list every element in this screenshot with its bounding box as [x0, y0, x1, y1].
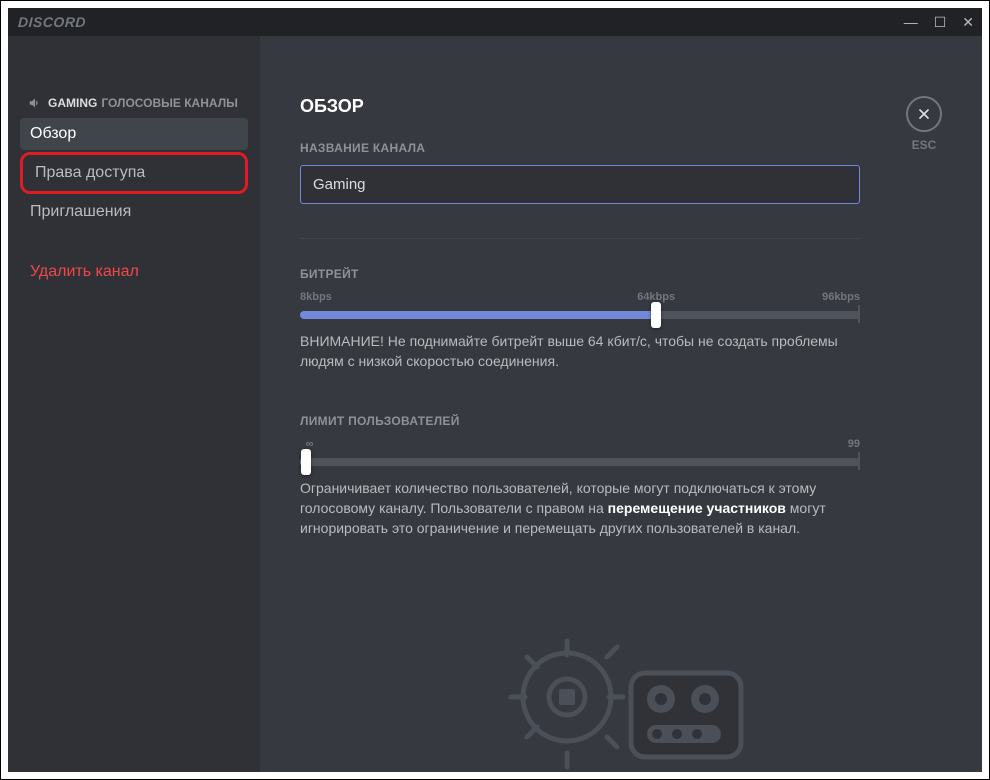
bitrate-section: БИТРЕЙТ 8kbps 64kbps 96kbps	[300, 267, 860, 372]
settings-content: ESC ОБЗОР НАЗВАНИЕ КАНАЛА БИТРЕЙТ 8kbps	[260, 36, 982, 772]
sidebar-item-label: Права доступа	[35, 164, 145, 181]
bitrate-thumb[interactable]	[651, 302, 661, 328]
titlebar: DISCORD — ☐ ✕	[8, 8, 982, 36]
window-controls: — ☐ ✕	[904, 14, 974, 31]
close-window-button[interactable]: ✕	[962, 14, 974, 31]
sidebar-item-delete-channel[interactable]: Удалить канал	[20, 256, 248, 288]
sidebar-item-overview[interactable]: Обзор	[20, 118, 248, 150]
channel-type-label: ГОЛОСОВЫЕ КАНАЛЫ	[101, 96, 238, 110]
bitrate-slider[interactable]: 8kbps 64kbps 96kbps	[300, 291, 860, 319]
userlimit-hint: Ограничивает количество пользователей, к…	[300, 478, 860, 539]
userlimit-label: ЛИМИТ ПОЛЬЗОВАТЕЛЕЙ	[300, 414, 860, 428]
esc-label: ESC	[906, 138, 942, 152]
userlimit-tick-max: 99	[848, 438, 860, 450]
userlimit-section: ЛИМИТ ПОЛЬЗОВАТЕЛЕЙ ∞ 99	[300, 414, 860, 539]
page-title: ОБЗОР	[300, 96, 860, 117]
sidebar-item-label: Удалить канал	[30, 263, 139, 280]
bitrate-label: БИТРЕЙТ	[300, 267, 860, 281]
bitrate-tick-max: 96kbps	[822, 291, 860, 303]
channel-name-input[interactable]	[300, 165, 860, 204]
close-icon	[916, 106, 932, 122]
channel-name: GAMING	[48, 96, 97, 110]
speaker-icon	[28, 96, 42, 110]
channel-name-section: НАЗВАНИЕ КАНАЛА	[300, 141, 860, 204]
bitrate-hint: ВНИМАНИЕ! Не поднимайте битрейт выше 64 …	[300, 331, 860, 372]
bitrate-tick-min: 8kbps	[300, 291, 332, 303]
minimize-button[interactable]: —	[904, 14, 918, 30]
decorative-illustration	[481, 627, 761, 772]
app-window: DISCORD — ☐ ✕ GAMING ГОЛОСОВЫЕ КАНАЛЫ Об…	[8, 8, 982, 772]
annotation-highlight: Права доступа	[20, 152, 248, 194]
settings-sidebar: GAMING ГОЛОСОВЫЕ КАНАЛЫ Обзор Права дост…	[8, 36, 260, 772]
maximize-button[interactable]: ☐	[934, 14, 947, 31]
sidebar-channel-header: GAMING ГОЛОСОВЫЕ КАНАЛЫ	[20, 96, 248, 118]
close-esc-group: ESC	[906, 96, 942, 152]
sidebar-item-label: Обзор	[30, 125, 76, 142]
divider	[300, 238, 860, 239]
userlimit-thumb[interactable]	[301, 449, 311, 475]
close-settings-button[interactable]	[906, 96, 942, 132]
channel-name-label: НАЗВАНИЕ КАНАЛА	[300, 141, 860, 155]
sidebar-item-permissions[interactable]: Права доступа	[25, 157, 243, 189]
userlimit-slider[interactable]: ∞ 99	[300, 438, 860, 466]
sidebar-item-label: Приглашения	[30, 203, 131, 220]
brand-logo: DISCORD	[18, 14, 87, 30]
sidebar-item-invites[interactable]: Приглашения	[20, 196, 248, 228]
